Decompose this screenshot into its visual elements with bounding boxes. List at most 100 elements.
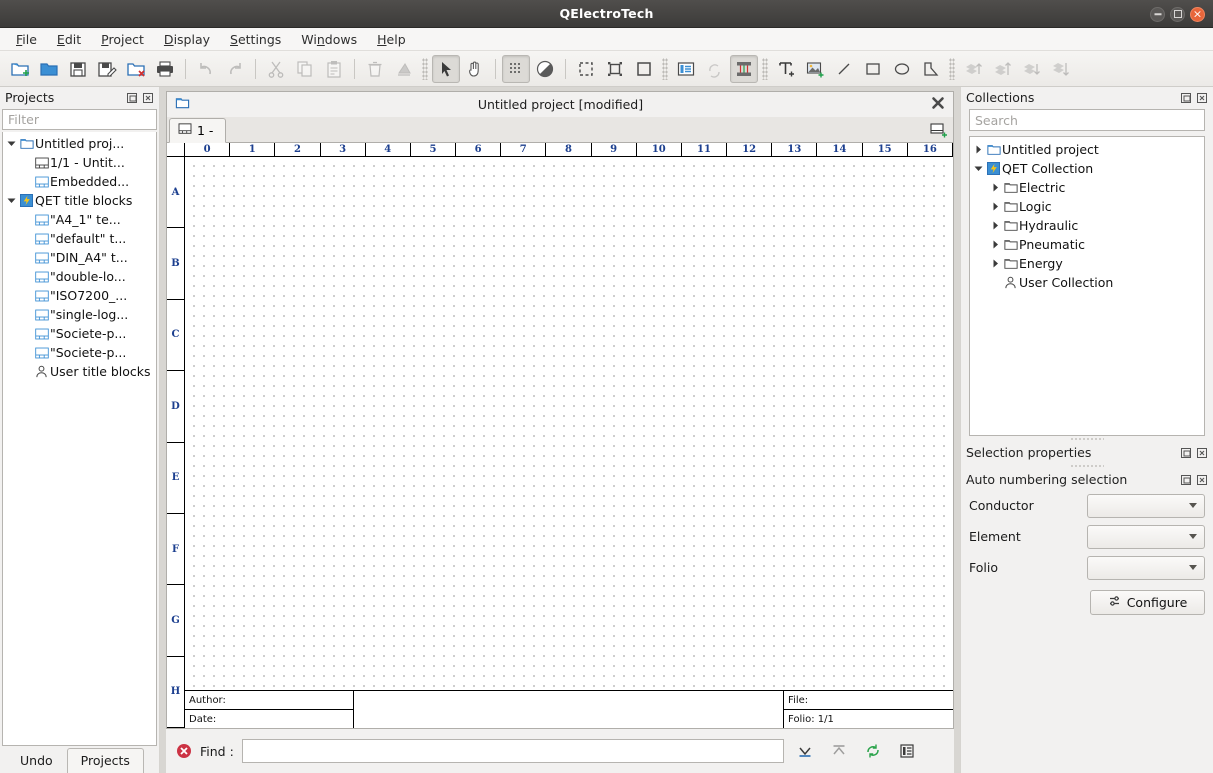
collections-float-icon[interactable]	[1179, 91, 1193, 105]
expander-icon[interactable]	[989, 259, 1002, 268]
menu-help[interactable]: Help	[368, 29, 415, 50]
open-project-icon[interactable]	[35, 55, 63, 83]
collections-tree[interactable]: Untitled project QET Collection Electric Lo…	[969, 136, 1205, 436]
find-refresh-icon[interactable]	[860, 739, 886, 763]
paste-icon[interactable]	[320, 55, 348, 83]
selection-close-icon[interactable]	[1195, 446, 1209, 460]
element-combobox[interactable]	[1087, 524, 1205, 549]
expander-icon[interactable]	[5, 139, 18, 148]
redo-icon[interactable]	[221, 55, 249, 83]
tree-item[interactable]: QET title blocks	[3, 191, 156, 210]
tree-item[interactable]: "DIN_A4" t...	[3, 248, 156, 267]
collections-search-input[interactable]	[969, 109, 1205, 131]
expander-icon[interactable]	[989, 221, 1002, 230]
print-icon[interactable]	[151, 55, 179, 83]
select-tool-icon[interactable]	[432, 54, 460, 83]
tree-item[interactable]: Logic	[970, 197, 1204, 216]
menu-edit[interactable]: Edit	[48, 29, 90, 50]
add-polygon-icon[interactable]	[917, 55, 945, 83]
grid-canvas[interactable]	[185, 157, 953, 728]
tree-item[interactable]: "default" t...	[3, 229, 156, 248]
new-project-icon[interactable]	[6, 55, 34, 83]
add-line-icon[interactable]	[830, 55, 858, 83]
tree-item[interactable]: Electric	[970, 178, 1204, 197]
menu-file[interactable]: File	[7, 29, 46, 50]
grid-toggle-icon[interactable]	[502, 54, 530, 83]
find-list-icon[interactable]	[894, 739, 920, 763]
terminal-block-icon[interactable]	[730, 54, 758, 83]
add-folio-icon[interactable]	[929, 121, 949, 139]
copy-icon[interactable]	[291, 55, 319, 83]
sheet-title-block[interactable]: Author: Date: File: Folio: 1/1	[185, 690, 953, 728]
tree-item[interactable]: Untitled project	[970, 140, 1204, 159]
zoom-selection-icon[interactable]	[601, 55, 629, 83]
projects-float-icon[interactable]	[125, 91, 139, 105]
tree-item[interactable]: User title blocks	[3, 362, 156, 381]
tab-projects[interactable]: Projects	[66, 748, 144, 773]
close-button[interactable]	[1190, 6, 1205, 22]
toolbar-grip-4[interactable]	[949, 57, 955, 80]
folio-list-icon[interactable]	[672, 55, 700, 83]
selection-float-icon[interactable]	[1179, 446, 1193, 460]
zoom-fit-icon[interactable]	[572, 55, 600, 83]
cut-icon[interactable]	[262, 55, 290, 83]
drawing-sheet[interactable]: 0 1 2 3 4 5 6 7 8 9 10 11 12 13 14 15 16 ABCDEFGH Author…	[167, 143, 953, 728]
tree-item[interactable]: "Societe-p...	[3, 343, 156, 362]
projects-close-icon[interactable]	[141, 91, 155, 105]
menu-display[interactable]: Display	[155, 29, 219, 50]
expander-icon[interactable]	[989, 183, 1002, 192]
delete-icon[interactable]	[361, 55, 389, 83]
zoom-reset-icon[interactable]	[630, 55, 658, 83]
expander-icon[interactable]	[972, 145, 985, 154]
tree-item[interactable]: Untitled proj...	[3, 134, 156, 153]
find-next-icon[interactable]	[792, 739, 818, 763]
toolbar-grip-3[interactable]	[762, 57, 768, 80]
conductor-combobox[interactable]	[1087, 493, 1205, 518]
menu-project[interactable]: Project	[92, 29, 153, 50]
tree-item[interactable]: User Collection	[970, 273, 1204, 292]
menu-windows[interactable]: Windows	[292, 29, 366, 50]
expander-icon[interactable]	[972, 164, 985, 173]
bring-to-front-icon[interactable]	[988, 55, 1016, 83]
autonumbering-float-icon[interactable]	[1179, 473, 1193, 487]
tree-item[interactable]: QET Collection	[970, 159, 1204, 178]
contrast-icon[interactable]	[531, 55, 559, 83]
tree-item[interactable]: "Societe-p...	[3, 324, 156, 343]
tab-undo[interactable]: Undo	[6, 748, 67, 773]
expander-icon[interactable]	[989, 202, 1002, 211]
add-rectangle-icon[interactable]	[859, 55, 887, 83]
expander-icon[interactable]	[989, 240, 1002, 249]
minimize-button[interactable]	[1150, 6, 1165, 22]
tree-item[interactable]: "double-lo...	[3, 267, 156, 286]
tree-item[interactable]: "A4_1" te...	[3, 210, 156, 229]
configure-button[interactable]: Configure	[1090, 590, 1205, 615]
projects-tree[interactable]: Untitled proj... 1/1 - Untit... Embedded..…	[2, 132, 157, 746]
find-close-icon[interactable]	[176, 743, 192, 759]
autonumbering-close-icon[interactable]	[1195, 473, 1209, 487]
projects-filter-input[interactable]	[2, 109, 157, 130]
tree-item[interactable]: "ISO7200_...	[3, 286, 156, 305]
lower-icon[interactable]	[1017, 55, 1045, 83]
collections-close-icon[interactable]	[1195, 91, 1209, 105]
toolbar-grip-1[interactable]	[422, 57, 428, 80]
save-as-icon[interactable]	[93, 55, 121, 83]
toolbar-grip-2[interactable]	[662, 57, 668, 80]
tree-item[interactable]: Embedded...	[3, 172, 156, 191]
refresh-icon[interactable]	[701, 55, 729, 83]
mdi-close-icon[interactable]	[931, 96, 945, 113]
add-ellipse-icon[interactable]	[888, 55, 916, 83]
find-previous-icon[interactable]	[826, 739, 852, 763]
undo-icon[interactable]	[192, 55, 220, 83]
add-image-icon[interactable]	[801, 55, 829, 83]
add-text-icon[interactable]	[772, 55, 800, 83]
rotate-icon[interactable]	[390, 55, 418, 83]
menu-settings[interactable]: Settings	[221, 29, 290, 50]
expander-icon[interactable]	[5, 196, 18, 205]
tree-item[interactable]: "single-log...	[3, 305, 156, 324]
folio-combobox[interactable]	[1087, 555, 1205, 580]
close-project-icon[interactable]	[122, 55, 150, 83]
maximize-button[interactable]	[1170, 6, 1185, 22]
find-input[interactable]	[241, 739, 784, 763]
tree-item[interactable]: Pneumatic	[970, 235, 1204, 254]
tree-item[interactable]: Hydraulic	[970, 216, 1204, 235]
